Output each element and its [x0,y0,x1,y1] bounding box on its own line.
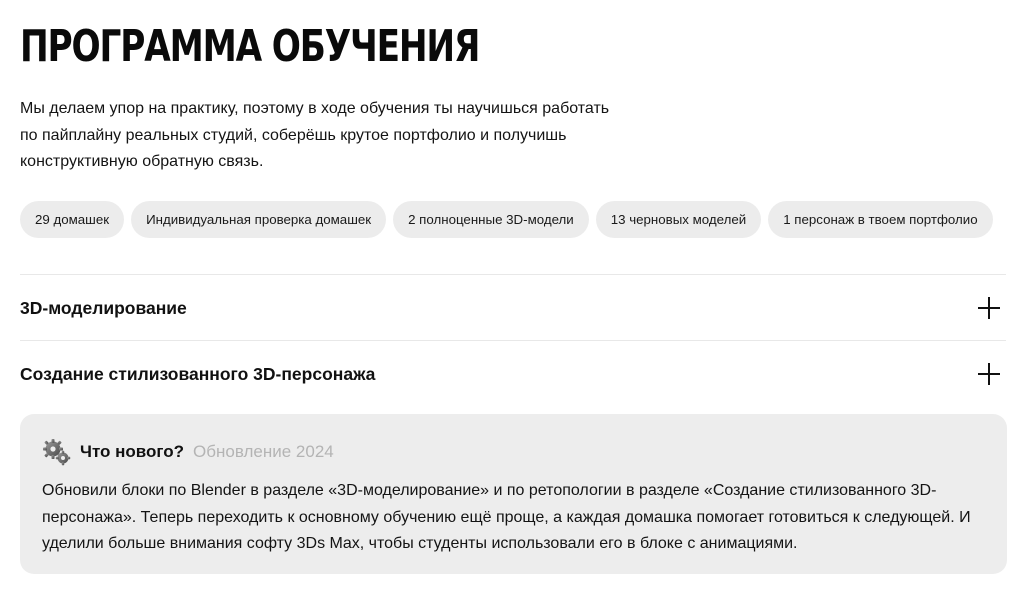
whats-new-title: Что нового? [80,442,185,461]
tag-individual-review[interactable]: Индивидуальная проверка домашек [131,201,387,238]
tag-portfolio-character[interactable]: 1 персонаж в твоем портфолио [768,201,993,238]
accordion-item-stylized-character[interactable]: Создание стилизованного 3D-персонажа [20,341,1006,407]
feature-tags: 29 домашек Индивидуальная проверка домаш… [20,201,993,238]
plus-icon[interactable] [978,363,1000,385]
accordion-title: Создание стилизованного 3D-персонажа [20,363,376,384]
plus-icon[interactable] [978,297,1000,319]
accordion-title: 3D-моделирование [20,297,187,318]
tag-draft-models[interactable]: 13 черновых моделей [595,201,762,238]
program-section: ПРОГРАММА ОБУЧЕНИЯ Мы делаем упор на пра… [0,0,1024,598]
accordion-item-3d-modeling[interactable]: 3D-моделирование [20,275,1006,341]
tag-homeworks[interactable]: 29 домашек [20,201,125,238]
tag-full-models[interactable]: 2 полноценные 3D-модели [393,201,589,238]
page-title: ПРОГРАММА ОБУЧЕНИЯ [20,21,480,72]
whats-new-text: Обновили блоки по Blender в разделе «3D-… [42,482,971,552]
gear-icon [43,439,71,466]
whats-new-card: Что нового? Обновление 2024 Обновили бло… [20,414,1007,574]
whats-new-header: Что нового? Обновление 2024 [42,438,985,466]
update-label: Обновление 2024 [193,442,334,461]
intro-text: Мы делаем упор на практику, поэтому в хо… [20,100,610,170]
